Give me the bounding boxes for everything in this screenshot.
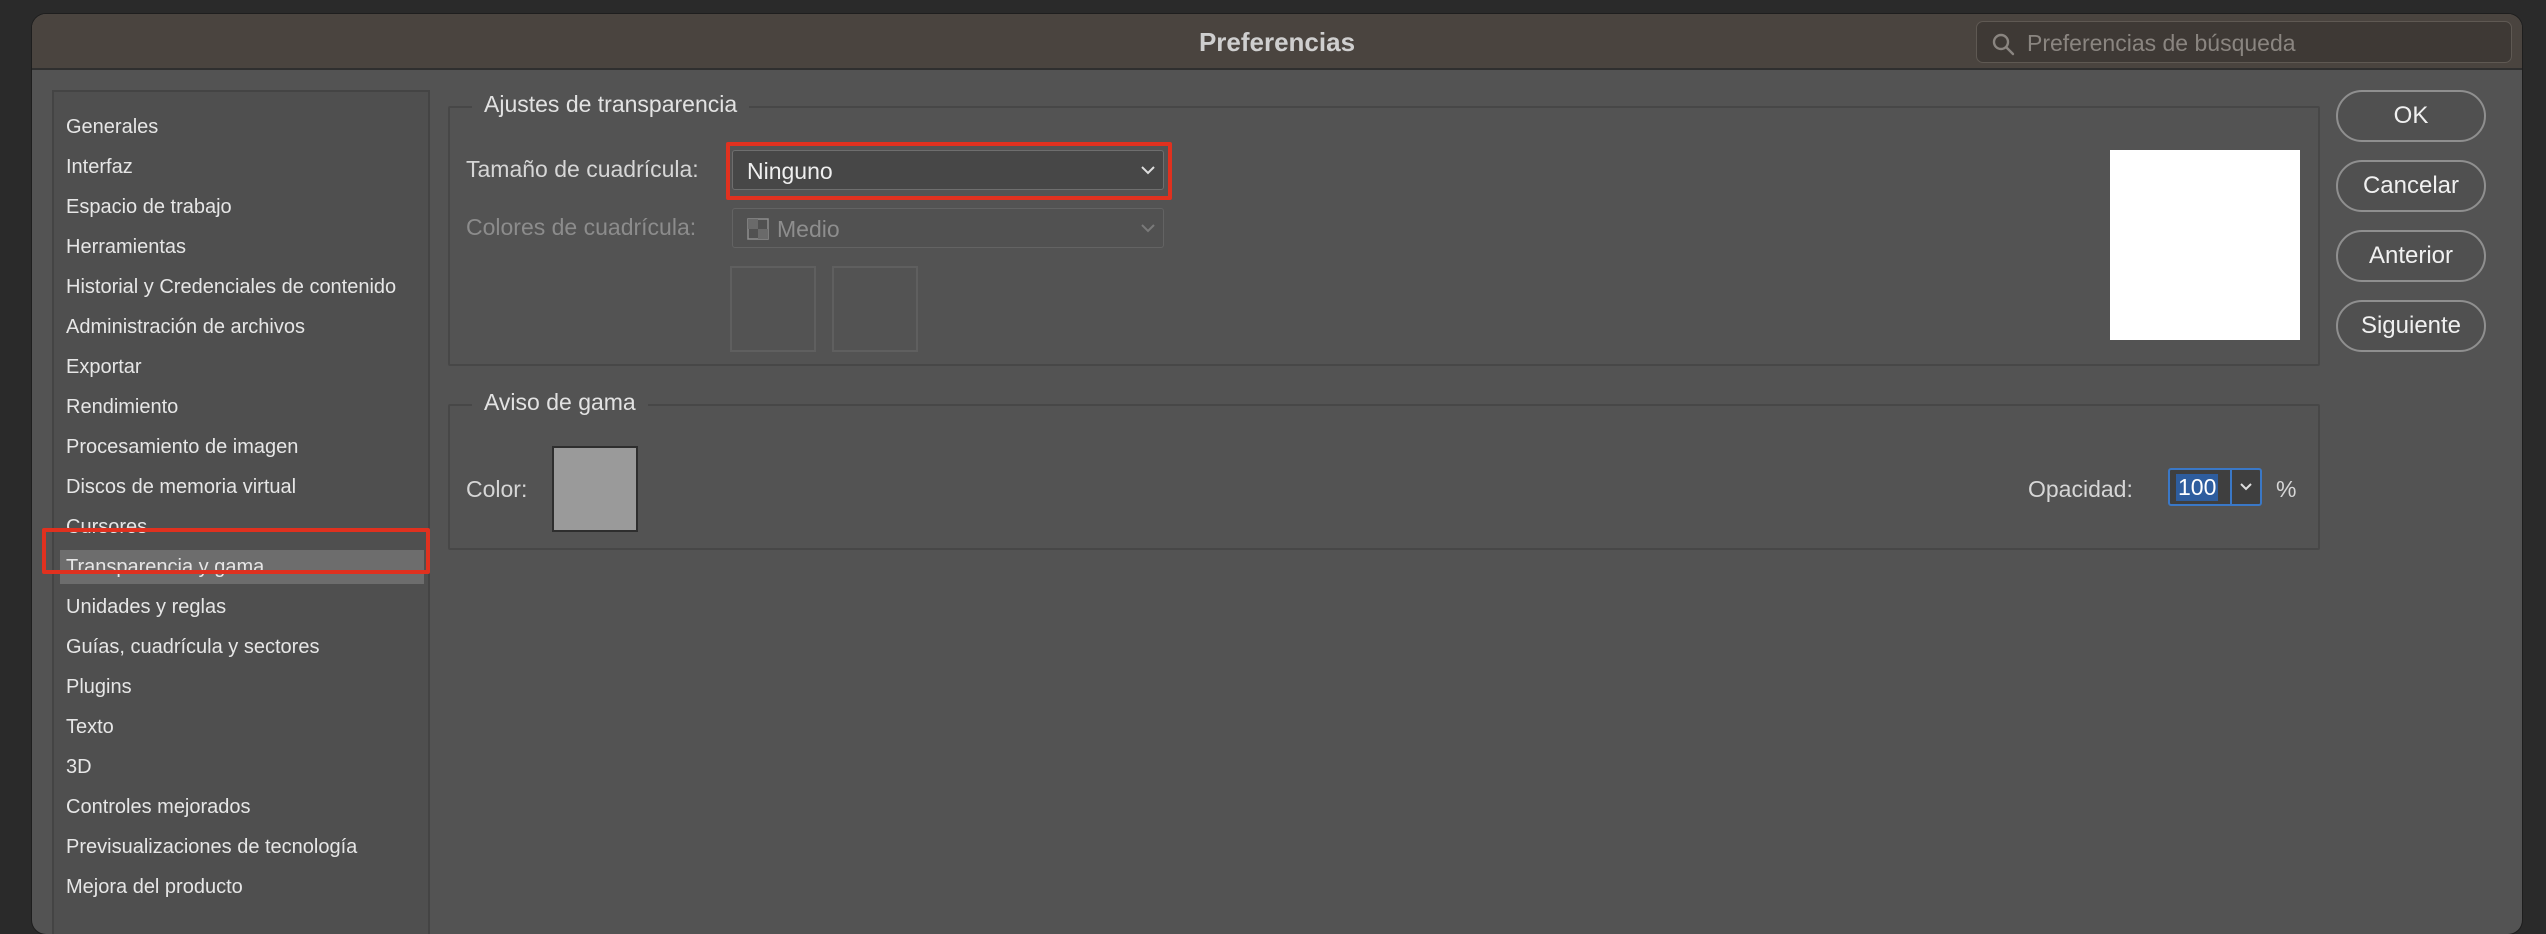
- sidebar-item-3d[interactable]: 3D: [60, 750, 424, 784]
- next-button[interactable]: Siguiente: [2336, 300, 2486, 352]
- transparency-group-title: Ajustes de transparencia: [472, 91, 750, 118]
- sidebar-item-plugins[interactable]: Plugins: [60, 670, 424, 704]
- sidebar-item-controles-mejorados[interactable]: Controles mejorados: [60, 790, 424, 824]
- preferences-dialog: Preferencias Preferencias de búsqueda Ge…: [32, 14, 2522, 934]
- sidebar-item-interfaz[interactable]: Interfaz: [60, 150, 424, 184]
- sidebar-item-espacio-de-trabajo[interactable]: Espacio de trabajo: [60, 190, 424, 224]
- grid-size-value: Ninguno: [747, 158, 833, 184]
- search-icon: [1992, 33, 2015, 56]
- opacity-value[interactable]: 100: [2176, 474, 2219, 501]
- search-placeholder: Preferencias de búsqueda: [2027, 30, 2296, 56]
- grid-colors-select[interactable]: Medio: [732, 208, 1164, 248]
- checker-icon: [747, 218, 769, 240]
- sidebar-item-cursores[interactable]: Cursores: [60, 510, 424, 544]
- sidebar-item-exportar[interactable]: Exportar: [60, 350, 424, 384]
- ok-button[interactable]: OK: [2336, 90, 2486, 142]
- transparency-preview: [2110, 150, 2300, 340]
- title-bar: Preferencias Preferencias de búsqueda: [32, 14, 2522, 70]
- sidebar-item-texto[interactable]: Texto: [60, 710, 424, 744]
- opacity-label: Opacidad:: [2028, 476, 2133, 502]
- grid-colors-value: Medio: [777, 216, 840, 242]
- preferences-sidebar: Generales Interfaz Espacio de trabajo He…: [52, 90, 430, 934]
- grid-size-label: Tamaño de cuadrícula:: [466, 156, 699, 182]
- grid-size-select[interactable]: Ninguno: [732, 150, 1164, 190]
- chevron-down-icon: [1141, 166, 1155, 175]
- sidebar-item-rendimiento[interactable]: Rendimiento: [60, 390, 424, 424]
- sidebar-item-historial[interactable]: Historial y Credenciales de contenido: [60, 270, 424, 304]
- sidebar-item-generales[interactable]: Generales: [60, 110, 424, 144]
- grid-color-swatch-2: [832, 266, 918, 352]
- sidebar-item-previsualizaciones[interactable]: Previsualizaciones de tecnología: [60, 830, 424, 864]
- sidebar-item-unidades-y-reglas[interactable]: Unidades y reglas: [60, 590, 424, 624]
- sidebar-item-mejora-del-producto[interactable]: Mejora del producto: [60, 870, 424, 904]
- opacity-divider: [2230, 470, 2232, 504]
- transparency-settings-group: [448, 106, 2320, 366]
- grid-colors-label: Colores de cuadrícula:: [466, 214, 697, 240]
- previous-button[interactable]: Anterior: [2336, 230, 2486, 282]
- sidebar-item-herramientas[interactable]: Herramientas: [60, 230, 424, 264]
- gamut-color-label: Color:: [466, 476, 528, 502]
- sidebar-item-administracion-de-archivos[interactable]: Administración de archivos: [60, 310, 424, 344]
- sidebar-item-discos-de-memoria-virtual[interactable]: Discos de memoria virtual: [60, 470, 424, 504]
- sidebar-item-guias-cuadricula-sectores[interactable]: Guías, cuadrícula y sectores: [60, 630, 424, 664]
- grid-color-swatch-1: [730, 266, 816, 352]
- opacity-unit: %: [2276, 476, 2297, 502]
- cancel-button[interactable]: Cancelar: [2336, 160, 2486, 212]
- sidebar-item-transparencia-y-gama[interactable]: Transparencia y gama: [60, 550, 424, 584]
- gamut-color-swatch[interactable]: [552, 446, 638, 532]
- opacity-field[interactable]: 100: [2168, 468, 2262, 506]
- search-field[interactable]: Preferencias de búsqueda: [1976, 21, 2512, 63]
- gamut-group-title: Aviso de gama: [472, 389, 648, 416]
- chevron-down-icon[interactable]: [2238, 481, 2254, 493]
- chevron-down-icon: [1141, 224, 1155, 233]
- sidebar-item-procesamiento-de-imagen[interactable]: Procesamiento de imagen: [60, 430, 424, 464]
